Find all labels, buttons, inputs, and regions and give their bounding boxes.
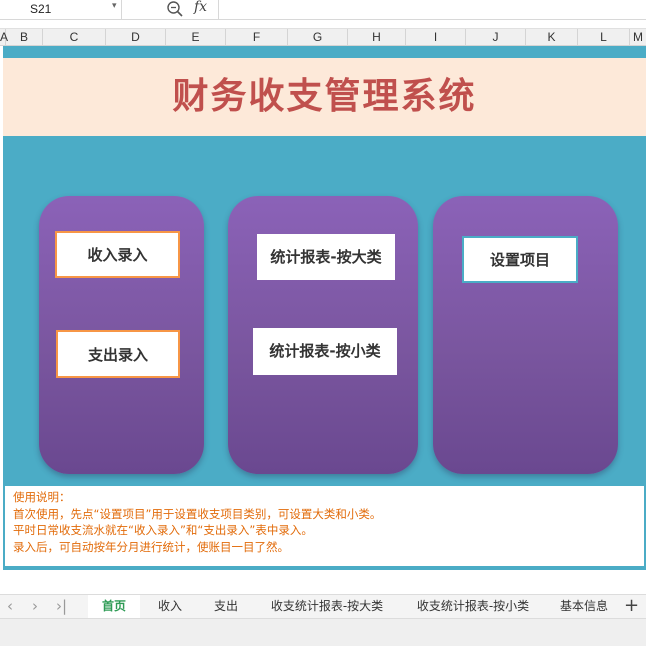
column-header-i[interactable]: I [406,29,466,46]
notes-line: 首次使用，先点“设置项目”用于设置收支项目类别，可设置大类和小类。 [13,506,382,521]
last-sheet-icon[interactable]: ›| [56,597,67,615]
usage-notes: 使用说明： 首次使用，先点“设置项目”用于设置收支项目类别，可设置大类和小类。 … [3,486,646,570]
formula-divider [218,0,219,19]
column-header-f[interactable]: F [226,29,288,46]
chevron-down-icon[interactable]: ▾ [112,1,117,11]
column-header-m[interactable]: M [630,29,646,46]
formula-bar: S21 ▾ fx [0,0,646,20]
first-sheet-icon[interactable]: ‹ [7,597,13,615]
top-strip [3,46,646,58]
tab-expense[interactable]: 支出 [202,595,250,618]
column-header-d[interactable]: D [106,29,166,46]
column-header-e[interactable]: E [166,29,226,46]
notes-line: 录入后，可自动按年分月进行统计，使账目一目了然。 [13,539,289,554]
income-entry-button[interactable]: 收入录入 [55,231,180,278]
usage-notes-text: 使用说明： 首次使用，先点“设置项目”用于设置收支项目类别，可设置大类和小类。 … [13,489,381,555]
tab-report-minor[interactable]: 收支统计报表-按小类 [408,595,538,618]
expense-entry-button[interactable]: 支出录入 [56,330,180,378]
column-header: A B C D E F G H I J K L M [0,28,646,46]
tab-home[interactable]: 首页 [88,595,140,618]
sheet-tab-bar: ‹ › ›| 首页 收入 支出 收支统计报表-按大类 收支统计报表-按小类 基本… [0,594,646,618]
add-sheet-icon[interactable]: + [624,595,639,617]
report-by-major-category-button[interactable]: 统计报表-按大类 [257,234,395,280]
report-by-minor-category-button[interactable]: 统计报表-按小类 [253,328,397,375]
column-header-l[interactable]: L [578,29,630,46]
cell-reference[interactable]: S21 [30,2,51,16]
name-box[interactable]: S21 ▾ [0,0,122,19]
notes-line: 平时日常收支流水就在“收入录入”和“支出录入”表中录入。 [13,523,313,537]
column-header-k[interactable]: K [526,29,578,46]
next-sheet-icon[interactable]: › [32,597,38,615]
column-header-j[interactable]: J [466,29,526,46]
zoom-icon[interactable] [166,0,184,21]
status-bar [0,618,646,646]
sheet-area: 财务收支管理系统 收入录入 支出录入 统计报表-按大类 统计报表-按小类 设置项… [3,46,646,572]
column-header-g[interactable]: G [288,29,348,46]
notes-heading: 使用说明： [13,490,71,504]
tab-basic-info[interactable]: 基本信息 [552,595,616,618]
column-header-b[interactable]: B [6,29,43,46]
tab-income[interactable]: 收入 [146,595,194,618]
function-icon[interactable]: fx [194,0,207,15]
column-header-h[interactable]: H [348,29,406,46]
column-header-c[interactable]: C [43,29,106,46]
page-title: 财务收支管理系统 [172,76,477,117]
settings-button[interactable]: 设置项目 [462,236,578,283]
tab-report-major[interactable]: 收支统计报表-按大类 [262,595,392,618]
